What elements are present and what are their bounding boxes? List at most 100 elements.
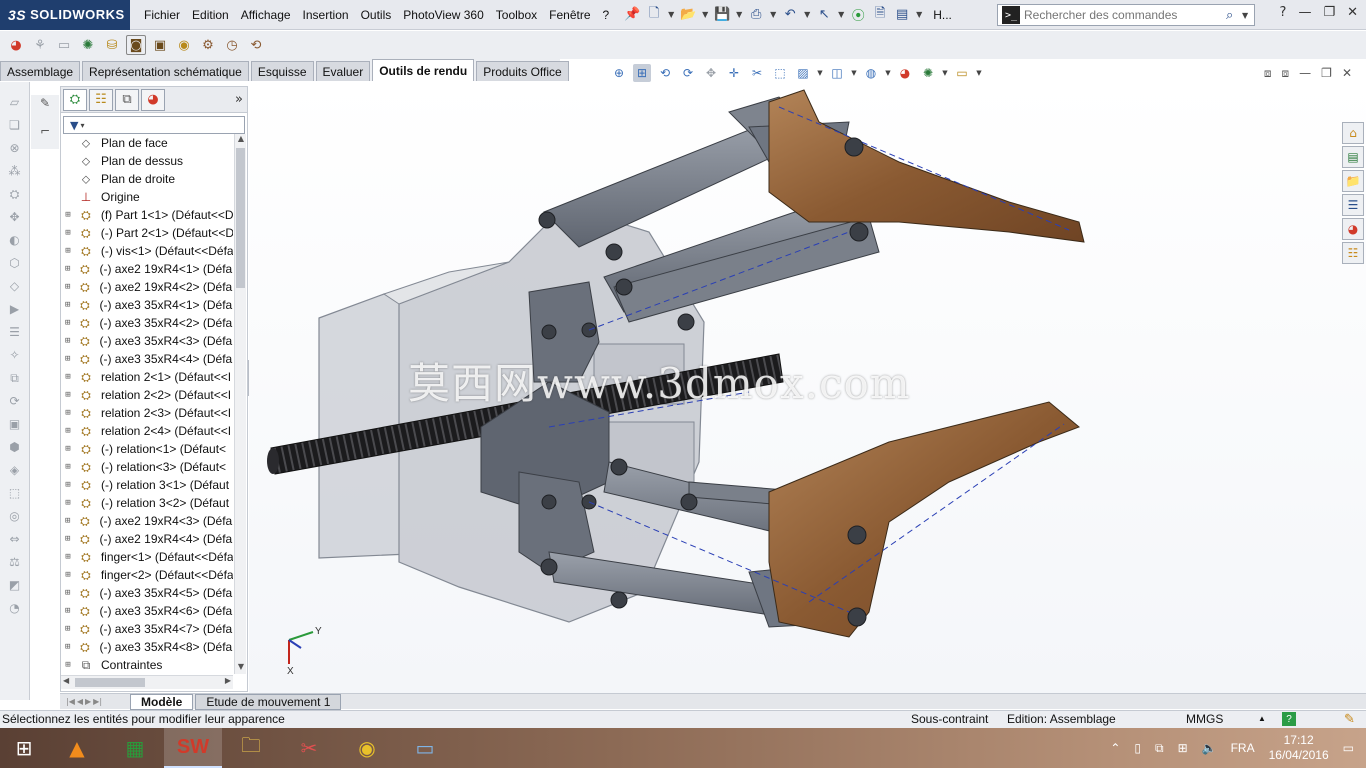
tree-item-plan-de-droite[interactable]: ⬦ Plan de droite	[61, 170, 233, 188]
move-icon[interactable]: ✛	[725, 64, 743, 82]
reference-geometry-icon[interactable]: ◇	[6, 278, 24, 294]
chevron-down-icon[interactable]: ▼	[837, 6, 845, 24]
snipping-tool-icon[interactable]: ✂	[280, 728, 338, 768]
file-explorer-icon[interactable]: 🗀	[222, 728, 280, 768]
performance-icon[interactable]: ◔	[6, 600, 24, 616]
minimize-icon[interactable]: —	[1298, 5, 1311, 20]
tile-horizontal-icon[interactable]: ⧈	[1264, 66, 1272, 81]
pan-icon[interactable]: ✥	[702, 64, 720, 82]
scroll-down-icon[interactable]: ▼	[235, 662, 247, 674]
last-tab-icon[interactable]: ▶|	[93, 697, 102, 706]
tree-item[interactable]: ⊞ ⛭ relation 2<1> (Défaut<<I	[61, 368, 233, 386]
tree-item[interactable]: ⊞ ⛭ relation 2<4> (Défaut<<I	[61, 422, 233, 440]
print-icon[interactable]: ⎙	[747, 6, 765, 24]
expand-toggle-icon[interactable]: ⊞	[61, 462, 75, 472]
feature-tree-tab-icon[interactable]: ⛭	[63, 88, 87, 111]
expand-toggle-icon[interactable]: ⊞	[61, 336, 74, 346]
chevron-down-icon[interactable]: ▼	[1242, 11, 1254, 20]
solidworks-icon[interactable]: SW	[164, 728, 222, 768]
lights-icon[interactable]: ✺	[78, 35, 98, 55]
tree-item[interactable]: ⊞ ⛭ (-) axe3 35xR4<4> (Défau	[61, 350, 233, 368]
update-icon[interactable]: ⟳	[6, 393, 24, 409]
expand-toggle-icon[interactable]: ⊞	[61, 588, 74, 598]
tree-item[interactable]: ⊞ ⛭ (-) Part 2<1> (Défaut<<D	[61, 224, 233, 242]
expand-icon[interactable]: »	[235, 92, 243, 107]
appearances-scenes-icon[interactable]: ◕	[1342, 218, 1364, 240]
select-pointer-icon[interactable]: ↖	[815, 6, 833, 24]
interference-icon[interactable]: ◈	[6, 462, 24, 478]
decal-icon[interactable]: ⚘	[30, 35, 50, 55]
vlc-icon[interactable]: ▲	[48, 728, 106, 768]
menu-affichage[interactable]: Affichage	[235, 0, 297, 30]
chevron-down-icon[interactable]: ▼	[817, 64, 823, 82]
expand-toggle-icon[interactable]: ⊞	[61, 210, 75, 220]
expand-toggle-icon[interactable]: ⊞	[61, 390, 75, 400]
expand-toggle-icon[interactable]: ⊞	[61, 300, 74, 310]
next-tab-icon[interactable]: ▶	[85, 697, 91, 706]
database-icon[interactable]: ⛁	[102, 35, 122, 55]
expand-toggle-icon[interactable]: ⊞	[61, 246, 75, 256]
tree-item[interactable]: ⊞ ⛭ (-) axe3 35xR4<8> (Défau	[61, 638, 233, 656]
tree-item[interactable]: ⊞ ⛭ (f) Part 1<1> (Défaut<<D	[61, 206, 233, 224]
file-properties-icon[interactable]: 🗎	[871, 6, 889, 24]
device-icon[interactable]: ▯	[1134, 741, 1141, 755]
section-view-icon[interactable]: ✂	[748, 64, 766, 82]
menu-fenetre[interactable]: Fenêtre	[543, 0, 596, 30]
scroll-up-icon[interactable]: ▲	[235, 134, 247, 146]
tree-item-origine[interactable]: ⊥ Origine	[61, 188, 233, 206]
menu-fichier[interactable]: Fichier	[138, 0, 186, 30]
tree-item[interactable]: ⊞ ⛭ (-) axe3 35xR4<3> (Défau	[61, 332, 233, 350]
tree-item[interactable]: ⊞ ⛭ (-) vis<1> (Défaut<<Défa	[61, 242, 233, 260]
minimize-icon[interactable]: —	[1299, 66, 1311, 81]
tab-esquisse[interactable]: Esquisse	[250, 61, 314, 81]
render-options-icon[interactable]: ⚙	[198, 35, 218, 55]
prev-tab-icon[interactable]: ◀	[77, 697, 83, 706]
mass-properties-icon[interactable]: ⚖	[6, 554, 24, 570]
first-tab-icon[interactable]: |◀	[66, 697, 75, 706]
expand-toggle-icon[interactable]: ⊞	[61, 354, 74, 364]
tab-outils-de-rendu[interactable]: Outils de rendu	[372, 59, 475, 81]
display-manager-tab-icon[interactable]: ◕	[141, 88, 165, 111]
appearance-icon[interactable]: ◕	[6, 35, 26, 55]
lower-finger[interactable]	[768, 401, 1080, 638]
clock[interactable]: 17:12 16/04/2016	[1269, 733, 1329, 763]
expand-toggle-icon[interactable]: ⊞	[61, 372, 75, 382]
undo-icon[interactable]: ↶	[781, 6, 799, 24]
tree-item[interactable]: ⊞ ⛭ (-) axe3 35xR4<7> (Défau	[61, 620, 233, 638]
render-final-icon[interactable]: ▣	[150, 35, 170, 55]
windows-icon[interactable]: ⊞	[1178, 741, 1188, 755]
tag-icon[interactable]: ✎	[1344, 711, 1355, 727]
hole-alignment-icon[interactable]: ◎	[6, 508, 24, 524]
solidworks-resources-icon[interactable]: ⌂	[1342, 122, 1364, 144]
close-icon[interactable]: ✕	[1342, 66, 1352, 81]
expand-toggle-icon[interactable]: ⊞	[61, 282, 74, 292]
expand-toggle-icon[interactable]: ⊞	[61, 624, 74, 634]
file-explorer-icon[interactable]: 📁	[1342, 170, 1364, 192]
expand-toggle-icon[interactable]: ⊞	[61, 498, 75, 508]
units-arrow-icon[interactable]: ▲	[1258, 714, 1266, 723]
measure-icon[interactable]: ⇔	[6, 531, 24, 547]
chevron-down-icon[interactable]: ▼	[701, 6, 709, 24]
notifications-icon[interactable]: ▭	[1343, 741, 1354, 755]
tile-vertical-icon[interactable]: ⧈	[1282, 66, 1290, 81]
scene-icon[interactable]: ▭	[54, 35, 74, 55]
tree-item[interactable]: ⊞ ⛭ (-) axe3 35xR4<1> (Défau	[61, 296, 233, 314]
language-indicator[interactable]: FRA	[1231, 741, 1255, 755]
menu-toolbox[interactable]: Toolbox	[490, 0, 543, 30]
open-folder-icon[interactable]: 📂	[679, 6, 697, 24]
search-input[interactable]	[1024, 8, 1226, 22]
new-document-icon[interactable]: 🗋	[645, 6, 663, 24]
tab-evaluer[interactable]: Evaluer	[315, 61, 371, 81]
view-orientation-icon[interactable]: ⬚	[771, 64, 789, 82]
tree-item[interactable]: ⊞ ⛭ (-) relation 3<2> (Défaut	[61, 494, 233, 512]
chevron-down-icon[interactable]: ▼	[976, 64, 982, 82]
tree-item[interactable]: ⊞ ⛭ (-) axe3 35xR4<2> (Défau	[61, 314, 233, 332]
tab-modele[interactable]: Modèle	[130, 693, 194, 710]
expand-toggle-icon[interactable]: ⊞	[61, 570, 75, 580]
chevron-down-icon[interactable]: ▼	[803, 6, 811, 24]
tree-item-contraintes[interactable]: ⊞ ⧉ Contraintes	[61, 656, 233, 674]
zoom-to-area-icon[interactable]: ⊞	[633, 64, 651, 82]
store-icon[interactable]: ▦	[106, 728, 164, 768]
new-motion-study-icon[interactable]: ▶	[6, 301, 24, 317]
tree-item[interactable]: ⊞ ⛭ finger<2> (Défaut<<Défa	[61, 566, 233, 584]
